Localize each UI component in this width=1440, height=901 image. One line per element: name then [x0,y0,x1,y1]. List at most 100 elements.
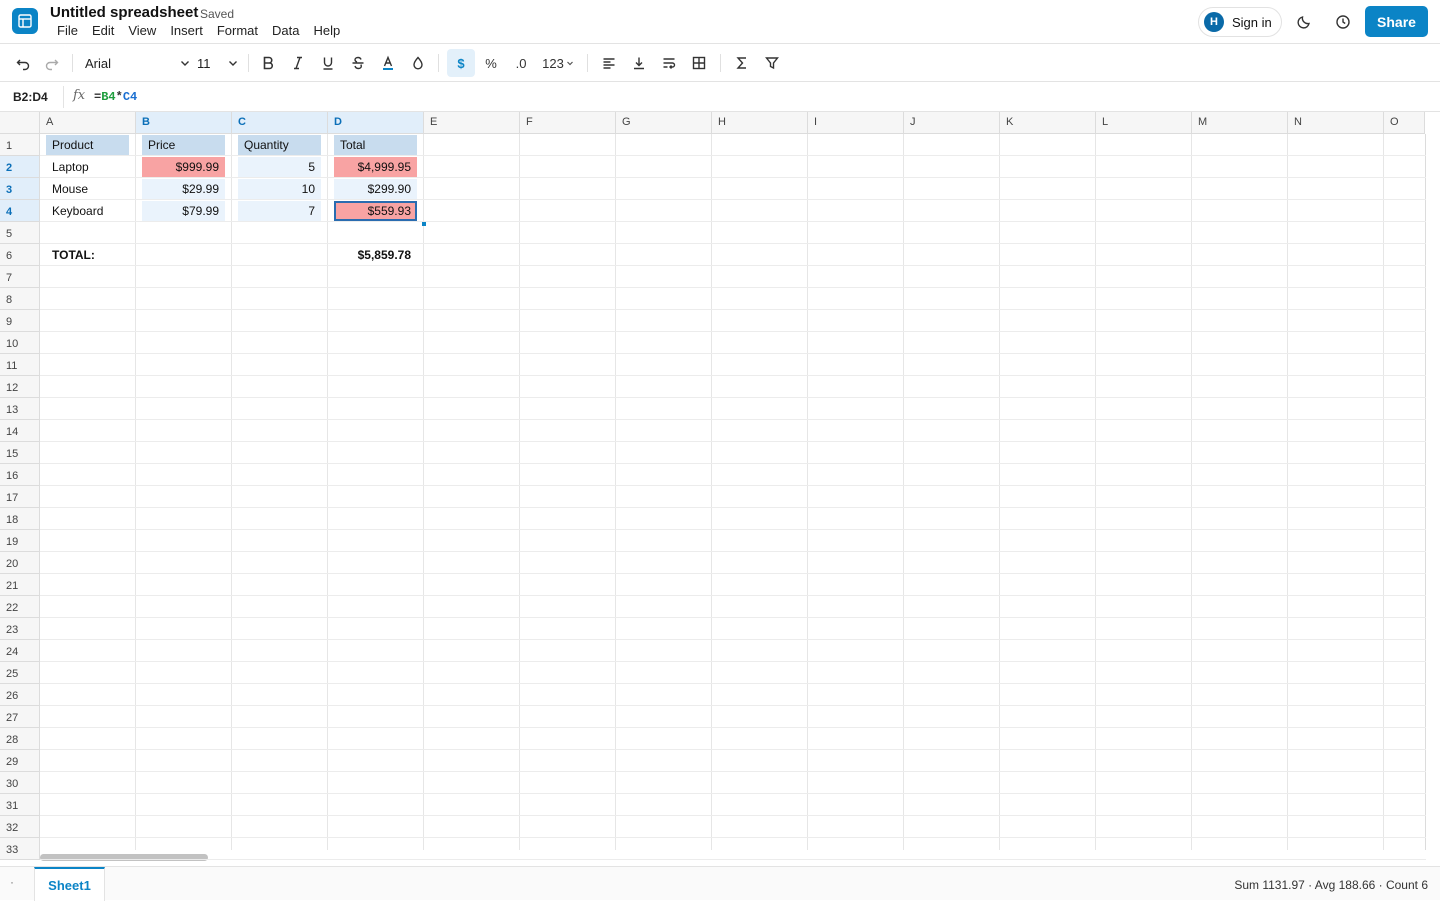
column-header-j[interactable]: J [904,112,1000,134]
cell-b1[interactable]: Price [142,135,225,155]
cell-d2[interactable]: $4,999.95 [334,157,417,177]
filter-icon[interactable] [761,49,783,77]
row-header-1[interactable]: 1 [0,134,40,156]
cell-a4[interactable]: Keyboard [46,201,129,221]
cell-d6[interactable]: $5,859.78 [334,245,417,265]
row-header-25[interactable]: 25 [0,662,40,684]
column-header-g[interactable]: G [616,112,712,134]
menu-help[interactable]: Help [306,23,347,38]
share-button[interactable]: Share [1365,6,1428,37]
row-header-9[interactable]: 9 [0,310,40,332]
currency-format-button[interactable]: $ [447,49,475,77]
sum-icon[interactable] [731,49,753,77]
menu-edit[interactable]: Edit [85,23,121,38]
bold-icon[interactable] [257,49,279,77]
row-header-24[interactable]: 24 [0,640,40,662]
cell-a6[interactable]: TOTAL: [46,245,129,265]
row-header-6[interactable]: 6 [0,244,40,266]
menu-file[interactable]: File [50,23,85,38]
column-header-o[interactable]: O [1384,112,1425,134]
row-header-27[interactable]: 27 [0,706,40,728]
row-header-12[interactable]: 12 [0,376,40,398]
row-header-11[interactable]: 11 [0,354,40,376]
row-header-23[interactable]: 23 [0,618,40,640]
align-left-icon[interactable] [598,49,620,77]
cell-b2[interactable]: $999.99 [142,157,225,177]
row-header-26[interactable]: 26 [0,684,40,706]
row-header-31[interactable]: 31 [0,794,40,816]
underline-icon[interactable] [317,49,339,77]
column-header-i[interactable]: I [808,112,904,134]
strikethrough-icon[interactable] [347,49,369,77]
column-header-a[interactable]: A [40,112,136,134]
fill-handle[interactable] [422,222,426,226]
column-header-l[interactable]: L [1096,112,1192,134]
row-header-22[interactable]: 22 [0,596,40,618]
row-header-2[interactable]: 2 [0,156,40,178]
number-format-select[interactable]: 123 [540,49,576,77]
cell-c2[interactable]: 5 [238,157,321,177]
fill-color-icon[interactable] [407,49,429,77]
row-header-4[interactable]: 4 [0,200,40,222]
text-color-icon[interactable] [377,49,399,77]
column-header-c[interactable]: C [232,112,328,134]
cell-b4[interactable]: $79.99 [142,201,225,221]
sheet-tab[interactable]: Sheet1 [34,867,105,901]
cell-d3[interactable]: $299.90 [334,179,417,199]
cell-reference[interactable]: B2:D4 [13,90,48,104]
column-header-f[interactable]: F [520,112,616,134]
borders-icon[interactable] [688,49,710,77]
formula-input[interactable]: =B4*C4 [94,90,137,104]
column-header-k[interactable]: K [1000,112,1096,134]
cell-c1[interactable]: Quantity [238,135,321,155]
cell-d4[interactable]: $559.93 [334,201,417,221]
cell-a1[interactable]: Product [46,135,129,155]
row-header-29[interactable]: 29 [0,750,40,772]
column-header-h[interactable]: H [712,112,808,134]
cell-d1[interactable]: Total [334,135,417,155]
column-header-e[interactable]: E [424,112,520,134]
select-all-corner[interactable] [0,112,40,134]
column-header-b[interactable]: B [136,112,232,134]
row-header-18[interactable]: 18 [0,508,40,530]
cell-b3[interactable]: $29.99 [142,179,225,199]
menu-format[interactable]: Format [210,23,265,38]
wrap-text-icon[interactable] [658,49,680,77]
italic-icon[interactable] [287,49,309,77]
row-header-30[interactable]: 30 [0,772,40,794]
percent-format-button[interactable]: % [480,49,502,77]
decimal-format-button[interactable]: .0 [510,49,532,77]
row-header-15[interactable]: 15 [0,442,40,464]
font-size-select[interactable]: 11 [197,49,239,77]
cell-c3[interactable]: 10 [238,179,321,199]
row-header-3[interactable]: 3 [0,178,40,200]
spreadsheet-grid[interactable]: A B C D E F G H I J K L M N O 1 2 3 4 5 6 7 8 9 10 11 12 13 14 15 16 17… [0,112,1440,864]
redo-icon[interactable] [41,49,63,77]
row-header-21[interactable]: 21 [0,574,40,596]
align-bottom-icon[interactable] [628,49,650,77]
row-header-7[interactable]: 7 [0,266,40,288]
row-header-28[interactable]: 28 [0,728,40,750]
column-header-d[interactable]: D [328,112,424,134]
document-title[interactable]: Untitled spreadsheet [50,4,198,21]
font-family-select[interactable]: Arial [85,49,191,77]
row-header-19[interactable]: 19 [0,530,40,552]
cell-c4[interactable]: 7 [238,201,321,221]
menu-insert[interactable]: Insert [163,23,210,38]
row-header-13[interactable]: 13 [0,398,40,420]
row-header-8[interactable]: 8 [0,288,40,310]
cell-a2[interactable]: Laptop [46,157,129,177]
history-icon[interactable] [1333,12,1353,32]
sheet-menu-icon[interactable]: · [10,875,14,889]
row-header-17[interactable]: 17 [0,486,40,508]
row-header-20[interactable]: 20 [0,552,40,574]
row-header-33[interactable]: 33 [0,838,40,860]
undo-icon[interactable] [12,49,34,77]
dark-mode-icon[interactable] [1294,12,1314,32]
menu-view[interactable]: View [121,23,163,38]
row-header-14[interactable]: 14 [0,420,40,442]
row-header-5[interactable]: 5 [0,222,40,244]
sign-in-button[interactable]: H Sign in [1198,7,1282,37]
cell-a3[interactable]: Mouse [46,179,129,199]
spreadsheet-logo-icon[interactable] [12,8,38,34]
